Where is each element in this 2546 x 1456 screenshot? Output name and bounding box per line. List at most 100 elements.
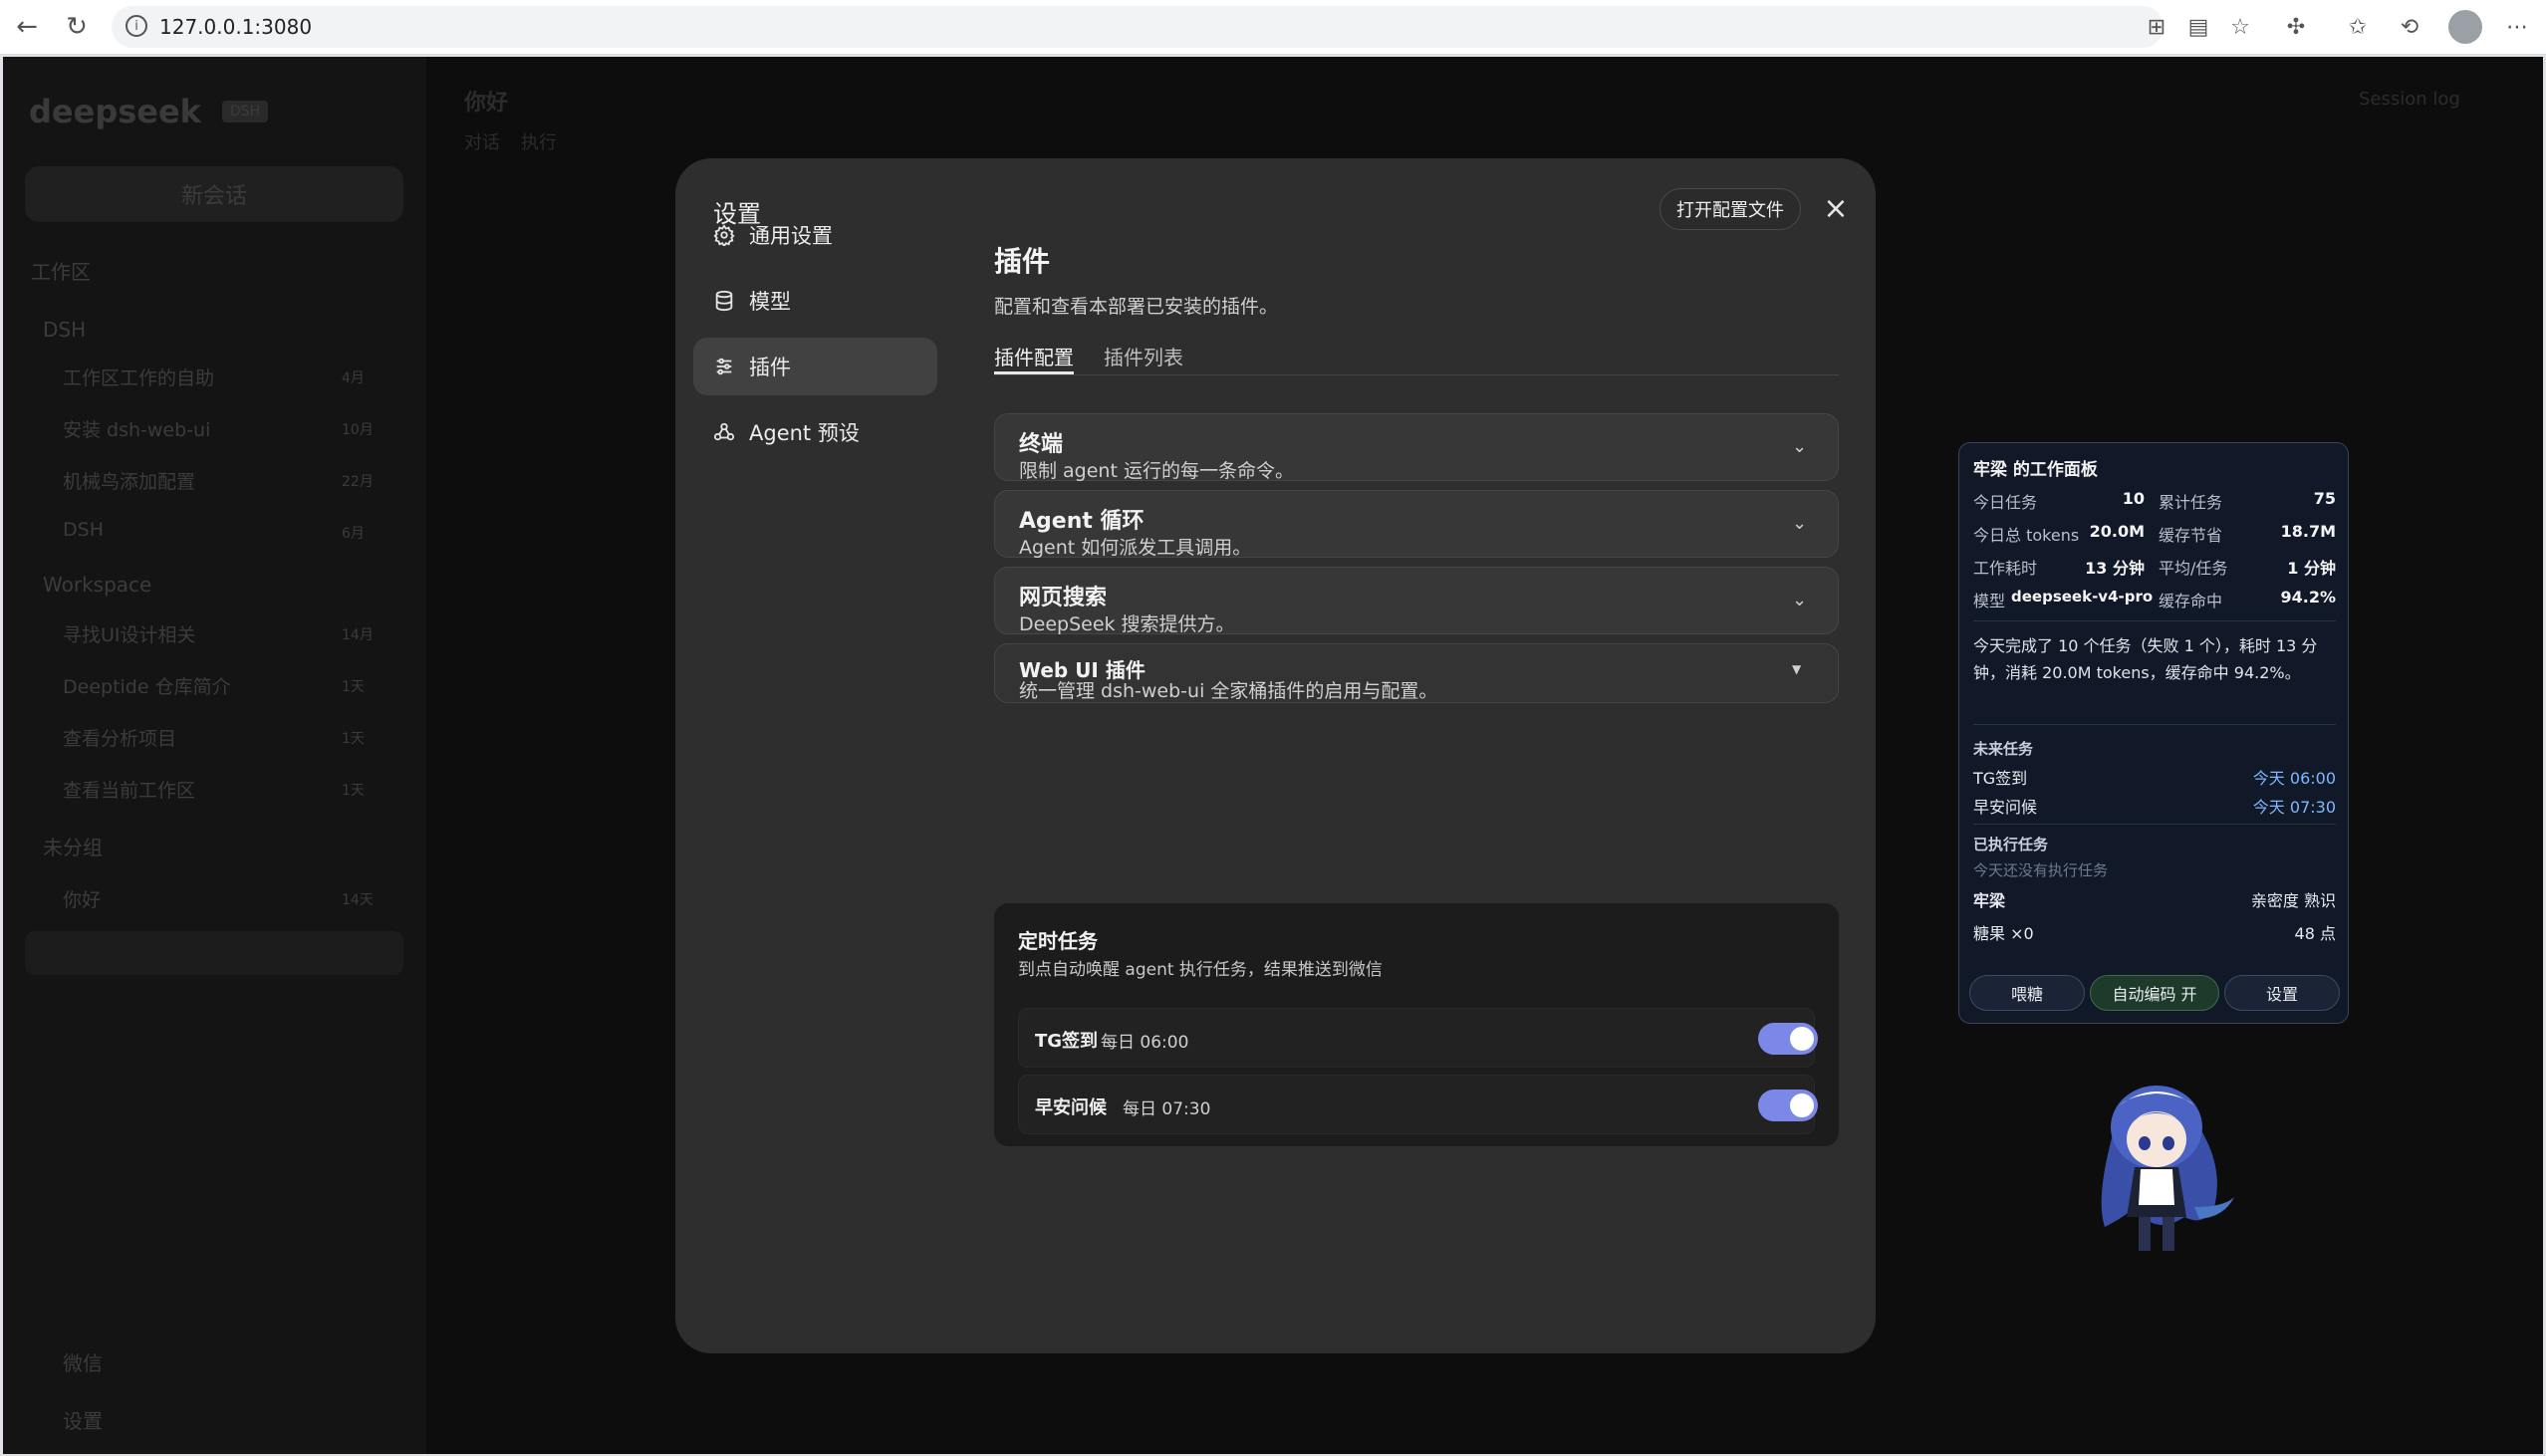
list-item[interactable]: 安装 dsh-web-ui [63, 415, 210, 442]
plugin-tabs: 插件配置 插件列表 [994, 330, 1839, 375]
panel-settings-button[interactable]: 设置 [2224, 975, 2340, 1011]
list-item[interactable]: 机械鸟添加配置 [63, 467, 195, 494]
session-log-button[interactable]: Session log [2359, 89, 2460, 110]
nav-label: Agent 预设 [749, 421, 860, 445]
new-chat-button[interactable]: 新会话 [25, 166, 403, 222]
list-item-meta: 10月 [342, 422, 374, 438]
list-item[interactable]: 工作区工作的自助 [63, 364, 214, 390]
chat-title: 你好 [464, 91, 509, 116]
app-window: deepseek DSH 新会话 工作区 DSH 工作区工作的自助 4月 安装 … [3, 57, 2543, 1454]
upcoming-task-time: 今天 06:00 [2252, 769, 2336, 788]
more-icon[interactable]: ⋯ [2502, 12, 2532, 42]
url-text: 127.0.0.1:3080 [159, 15, 313, 39]
stat-label: 今日任务 [1973, 493, 2038, 512]
plugin-card-web-search[interactable]: 网页搜索 DeepSeek 搜索提供方。 ⌄ [994, 567, 1839, 635]
chevron-down-icon[interactable]: ⌄ [1792, 590, 1807, 610]
stat-label: 累计任务 [2159, 493, 2223, 512]
list-item-meta: 22月 [342, 474, 374, 490]
profile-avatar[interactable] [2448, 10, 2482, 44]
workspace-section: 工作区 [31, 260, 91, 284]
upcoming-title: 未来任务 [1973, 740, 2034, 758]
tab-chat[interactable]: 对话 [464, 128, 500, 154]
apps-icon[interactable]: ⊞ [2142, 12, 2171, 42]
stat-label: 平均/任务 [2159, 559, 2228, 578]
address-bar[interactable]: i 127.0.0.1:3080 [112, 6, 2164, 48]
list-item-meta: 1天 [342, 679, 365, 695]
group-workspace[interactable]: Workspace [43, 573, 151, 597]
card-title: 终端 [1019, 432, 1064, 457]
active-chat-highlight [25, 931, 403, 975]
card-title: Agent 循环 [1019, 509, 1145, 534]
nav-label: 插件 [749, 356, 791, 379]
chevron-down-icon[interactable]: ⌄ [1792, 436, 1807, 457]
list-item[interactable]: 寻找UI设计相关 [63, 620, 196, 647]
list-item[interactable]: DSH [63, 519, 104, 541]
panel-title: 牢梁 的工作面板 [1973, 460, 2098, 480]
plugin-card-agent-loop[interactable]: Agent 循环 Agent 如何派发工具调用。 ⌄ [994, 490, 1839, 559]
list-item[interactable]: 查看分析项目 [63, 724, 176, 751]
group-ungrouped[interactable]: 未分组 [43, 832, 103, 860]
tab-plugin-list[interactable]: 插件列表 [1104, 342, 1183, 370]
plugin-card-terminal[interactable]: 终端 限制 agent 运行的每一条命令。 ⌄ [994, 413, 1839, 482]
open-config-button[interactable]: 打开配置文件 [1659, 188, 1801, 230]
stat-value: 18.7M [2280, 522, 2336, 541]
tab-plugin-config[interactable]: 插件配置 [994, 342, 1074, 370]
stat-value: 20.0M [2089, 522, 2145, 541]
extensions-icon[interactable]: ✣ [2281, 12, 2311, 42]
stat-label: 缓存节省 [2159, 526, 2223, 545]
intimacy: 亲密度 熟识 [2250, 891, 2336, 910]
task-time: 每日 07:30 [1123, 1099, 1211, 1119]
list-item-meta: 4月 [342, 370, 365, 386]
panel-summary: 今天完成了 10 个任务（失败 1 个），耗时 13 分钟，消耗 20.0M t… [1973, 636, 2318, 682]
sliders-icon [713, 356, 735, 377]
task-row: 早安问候 每日 07:30 [1018, 1075, 1818, 1134]
caret-down-icon[interactable]: ▼ [1792, 662, 1801, 676]
divider [1973, 824, 2336, 825]
nav-model[interactable]: 模型 [693, 272, 937, 330]
site-info-icon[interactable]: i [126, 15, 147, 37]
toggle-knob [1790, 1093, 1814, 1117]
nav-general[interactable]: 通用设置 [693, 206, 937, 264]
task-toggle[interactable] [1758, 1023, 1818, 1055]
task-toggle[interactable] [1758, 1090, 1818, 1121]
stat-value: 1 分钟 [2287, 559, 2336, 578]
close-icon[interactable]: × [1819, 192, 1853, 226]
favorites-icon[interactable]: ✩ [2343, 12, 2373, 42]
list-item[interactable]: 查看当前工作区 [63, 776, 195, 803]
history-icon[interactable]: ⟲ [2395, 12, 2424, 42]
schedule-desc: 到点自动唤醒 agent 执行任务，结果推送到微信 [1018, 960, 1383, 980]
toggle-knob [1790, 1027, 1814, 1051]
list-item[interactable]: Deeptide 仓库简介 [63, 672, 231, 699]
schedule-title: 定时任务 [1018, 929, 1098, 953]
browser-toolbar: ← ↻ i 127.0.0.1:3080 ⊞ ▤ ☆ ✣ ✩ ⟲ ⋯ [0, 0, 2546, 55]
chevron-down-icon[interactable]: ⌄ [1792, 513, 1807, 534]
star-icon[interactable]: ☆ [2225, 12, 2255, 42]
stat-value: 94.2% [2280, 588, 2336, 607]
back-icon[interactable]: ← [10, 10, 44, 44]
nav-agent-preset[interactable]: Agent 预设 [693, 403, 937, 461]
task-row: TG签到 每日 06:00 [1018, 1008, 1818, 1068]
pet-name: 牢梁 [1973, 891, 2006, 910]
list-item-meta: 1天 [342, 783, 365, 799]
plugin-card-webui[interactable]: Web UI 插件 统一管理 dsh-web-ui 全家桶插件的启用与配置。 ▼ [994, 643, 1839, 703]
reload-icon[interactable]: ↻ [60, 10, 94, 44]
nav-plugins[interactable]: 插件 [693, 338, 937, 395]
executed-title: 已执行任务 [1973, 836, 2049, 853]
group-dsh[interactable]: DSH [43, 318, 86, 342]
settings-modal: 设置 打开配置文件 × 通用设置 模型 插件 Agent 预设 插件 配置和查看… [675, 158, 1876, 1353]
stat-label: 工作耗时 [1973, 559, 2038, 578]
list-item[interactable]: 你好 [63, 885, 101, 912]
candy-count: 糖果 ×0 [1973, 924, 2034, 943]
settings-link[interactable]: 设置 [63, 1405, 103, 1434]
reader-icon[interactable]: ▤ [2183, 12, 2213, 42]
feed-candy-button[interactable]: 喂糖 [1969, 975, 2085, 1011]
auto-code-toggle-button[interactable]: 自动编码 开 [2090, 975, 2219, 1011]
tab-exec[interactable]: 执行 [521, 128, 557, 154]
stat-value: 13 分钟 [2085, 559, 2145, 578]
upcoming-task-name: TG签到 [1973, 769, 2028, 788]
wechat-link[interactable]: 微信 [63, 1347, 103, 1376]
task-time: 每日 06:00 [1101, 1033, 1189, 1053]
logo-badge: DSH [222, 101, 269, 122]
card-desc: 限制 agent 运行的每一条命令。 [1019, 460, 1294, 482]
mascot-character[interactable] [2075, 1058, 2239, 1262]
